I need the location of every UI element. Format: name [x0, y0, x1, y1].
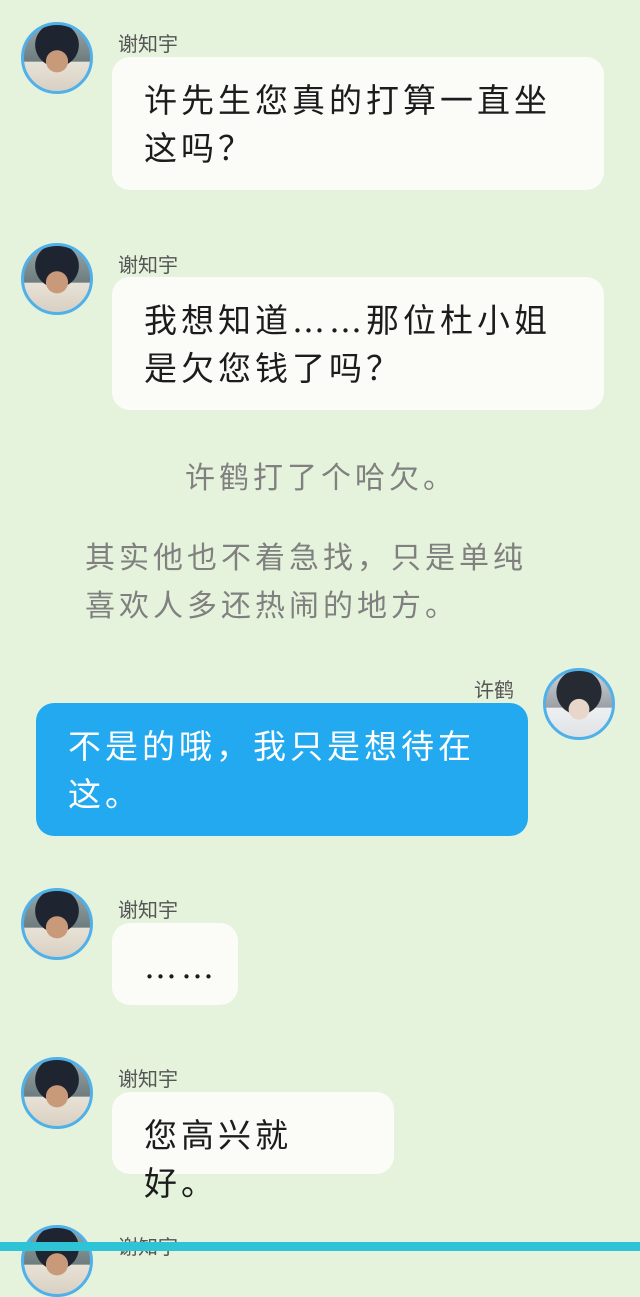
avatar-xie-zhiyu[interactable] [21, 1225, 93, 1297]
sender-name: 许鹤 [474, 678, 514, 702]
message-bubble[interactable]: …… [112, 923, 238, 1005]
narration-paragraph: 其实他也不着急找，只是单纯喜欢人多还热闹的地方。 [85, 541, 527, 624]
sender-name: 谢知宇 [118, 898, 178, 922]
message-bubble[interactable]: 许先生您真的打算一直坐这吗？ [112, 57, 604, 190]
avatar-xie-zhiyu[interactable] [21, 888, 93, 960]
avatar-xie-zhiyu[interactable] [21, 22, 93, 94]
sender-name: 谢知宇 [118, 253, 178, 277]
message-bubble[interactable]: 我想知道……那位杜小姐是欠您钱了吗？ [112, 277, 604, 410]
avatar-xie-zhiyu[interactable] [21, 243, 93, 315]
sender-name: 谢知宇 [118, 32, 178, 56]
avatar-xu-he[interactable] [543, 668, 615, 740]
bottom-bar [0, 1242, 640, 1251]
message-bubble-self[interactable]: 不是的哦，我只是想待在这。 [36, 703, 528, 836]
narration-line: 许鹤打了个哈欠。 [185, 461, 457, 496]
avatar-xie-zhiyu[interactable] [21, 1057, 93, 1129]
sender-name: 谢知宇 [118, 1067, 178, 1091]
message-bubble[interactable]: 您高兴就好。 [112, 1092, 394, 1203]
